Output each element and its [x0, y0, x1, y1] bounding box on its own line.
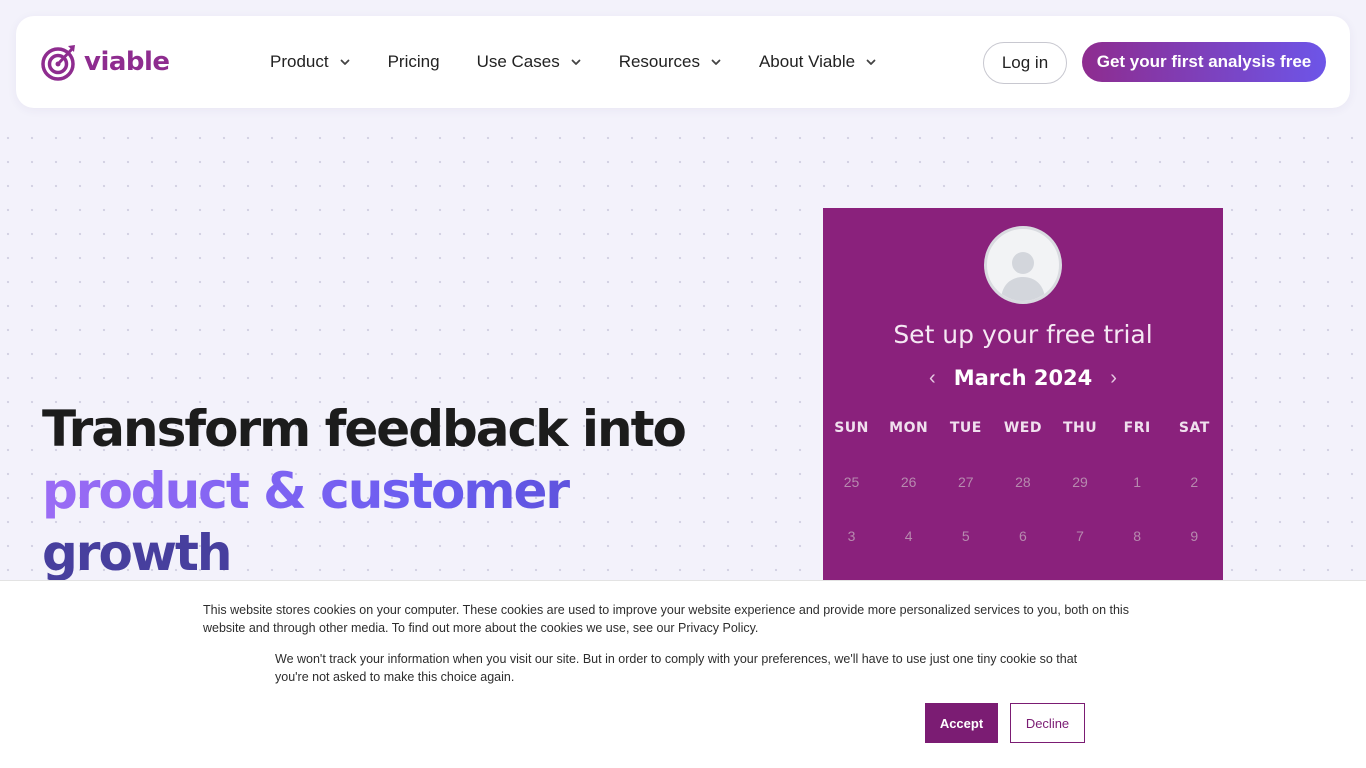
weekday-label: SAT	[1178, 420, 1210, 436]
top-navbar: viable Product Pricing Use Cases Resourc…	[16, 16, 1350, 108]
weekday-label: THU	[1062, 420, 1098, 436]
weekday-label: WED	[1003, 420, 1042, 436]
calendar-day: 7	[1076, 528, 1084, 544]
weekday-label: TUE	[949, 420, 982, 436]
target-logo-icon	[41, 45, 75, 81]
nav-product[interactable]: Product	[270, 52, 351, 72]
hero-line-2: product & customer	[42, 460, 742, 522]
get-first-analysis-button[interactable]: Get your first analysis free	[1082, 42, 1326, 82]
calendar-day: 27	[958, 474, 974, 490]
weekday-label: MON	[889, 420, 929, 436]
calendar-day: 1	[1133, 474, 1142, 490]
nav-label: Use Cases	[476, 52, 560, 71]
cookie-notice-text: This website stores cookies on your comp…	[203, 603, 1129, 635]
nav-use-cases[interactable]: Use Cases	[477, 52, 582, 72]
previous-month-icon[interactable]: ‹	[911, 367, 954, 390]
calendar-grid: SUN MON TUE WED THU FRI SAT 25 26 27 28 …	[823, 418, 1223, 563]
chevron-down-icon	[711, 59, 721, 65]
nav-pricing[interactable]: Pricing	[388, 52, 440, 72]
next-month-icon[interactable]: ›	[1092, 367, 1135, 390]
chevron-down-icon	[866, 59, 876, 65]
calendar-day: 3	[847, 528, 856, 544]
chevron-down-icon	[340, 59, 349, 65]
calendar-day: 26	[900, 474, 917, 490]
calendar-day: 6	[1019, 528, 1027, 544]
chevron-down-icon	[571, 59, 581, 65]
calendar-day: 28	[1015, 474, 1031, 490]
nav-label: About Viable	[758, 52, 856, 71]
calendar-day: 9	[1190, 528, 1199, 544]
calendar-day: 29	[1072, 474, 1088, 490]
trial-booking-calendar: Set up your free trial ‹ March 2024 › SU…	[823, 208, 1223, 580]
month-selector: ‹ March 2024 ›	[823, 366, 1223, 390]
viable-logo[interactable]: viable	[40, 42, 170, 82]
nav-label: Resources	[618, 52, 700, 71]
main-nav: Product Pricing Use Cases Resources Abou…	[270, 16, 914, 108]
calendar-day: 5	[961, 528, 970, 544]
week-row: 25 26 27 28 29 1 2	[823, 455, 1223, 509]
weekday-label: SUN	[834, 420, 869, 436]
avatar	[984, 226, 1062, 304]
nav-resources[interactable]: Resources	[619, 52, 722, 72]
hero-headline: Transform feedback into product & custom…	[42, 398, 742, 584]
cookie-tracking-text: We won't track your information when you…	[275, 652, 1078, 684]
cookie-consent-banner: This website stores cookies on your comp…	[0, 580, 1366, 768]
calendar-title: Set up your free trial	[893, 320, 1153, 349]
decline-cookies-button[interactable]: Decline	[1010, 703, 1085, 743]
accept-cookies-button[interactable]: Accept	[925, 703, 998, 743]
hero-line-1: Transform feedback into	[42, 400, 687, 458]
calendar-day: 2	[1190, 474, 1199, 490]
week-row: 3 4 5 6 7 8 9	[823, 509, 1223, 563]
weekday-header-row: SUN MON TUE WED THU FRI SAT	[823, 418, 1223, 438]
current-month: March 2024	[953, 366, 1093, 390]
login-button[interactable]: Log in	[983, 42, 1067, 84]
weekday-label: FRI	[1123, 420, 1151, 436]
nav-about-viable[interactable]: About Viable	[759, 52, 877, 72]
calendar-day: 8	[1133, 528, 1142, 544]
logo-wordmark: viable	[84, 47, 170, 77]
user-placeholder-icon	[1001, 252, 1045, 301]
nav-label: Pricing	[387, 52, 440, 71]
calendar-day: 25	[843, 474, 860, 490]
hero-line-3: growth	[42, 524, 233, 582]
calendar-day: 4	[904, 528, 913, 544]
nav-label: Product	[270, 52, 329, 71]
